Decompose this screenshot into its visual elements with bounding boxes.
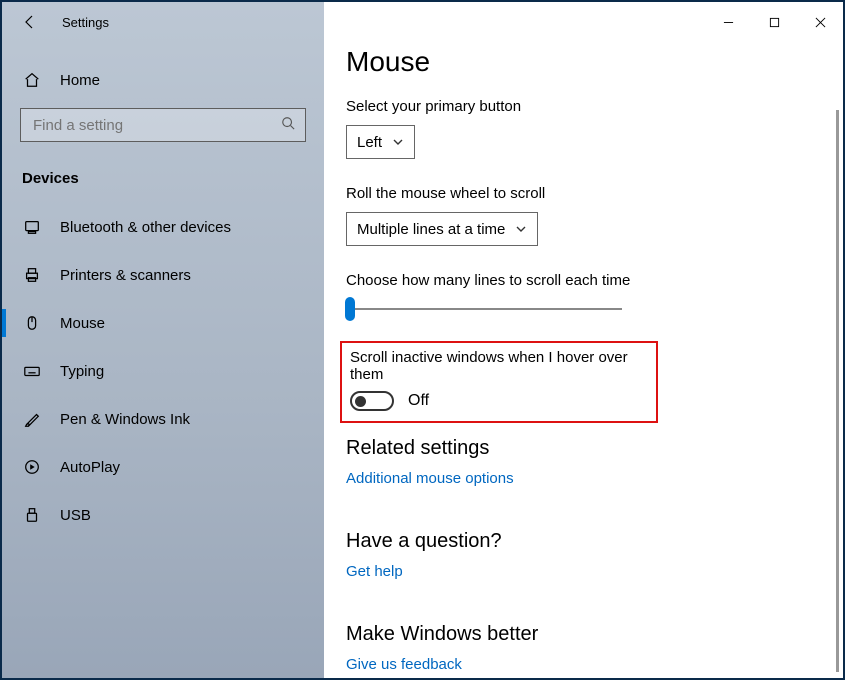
page-title: Mouse [346, 46, 843, 78]
sidebar-item-label: Printers & scanners [60, 267, 191, 284]
inactive-windows-value: Off [408, 392, 429, 410]
inactive-windows-toggle[interactable] [350, 391, 394, 411]
question-heading: Have a question? [346, 530, 843, 553]
layout: Home Devices Bluetooth & other devices P… [2, 2, 843, 678]
scrollbar[interactable] [836, 110, 839, 672]
search-input[interactable] [31, 116, 281, 135]
sidebar-item-bluetooth[interactable]: Bluetooth & other devices [2, 203, 324, 251]
sidebar-category: Devices [2, 160, 324, 203]
home-icon [22, 70, 42, 90]
home-nav[interactable]: Home [2, 58, 324, 102]
main-content: Mouse Select your primary button Left Ro… [324, 2, 843, 678]
scroll-wheel-label: Roll the mouse wheel to scroll [346, 185, 843, 202]
keyboard-icon [22, 361, 42, 381]
primary-button-value: Left [357, 134, 382, 151]
inactive-windows-toggle-row: Off [350, 391, 648, 411]
related-settings-heading: Related settings [346, 437, 843, 460]
sidebar-item-pen[interactable]: Pen & Windows Ink [2, 395, 324, 443]
inactive-windows-label: Scroll inactive windows when I hover ove… [350, 349, 648, 383]
autoplay-icon [22, 457, 42, 477]
search-wrap [20, 108, 306, 142]
sidebar-item-printers[interactable]: Printers & scanners [2, 251, 324, 299]
devices-icon [22, 217, 42, 237]
home-label: Home [60, 72, 100, 89]
get-help-link[interactable]: Get help [346, 563, 403, 580]
sidebar-item-mouse[interactable]: Mouse [2, 299, 324, 347]
primary-button-label: Select your primary button [346, 98, 843, 115]
minimize-button[interactable] [705, 2, 751, 42]
nav-list: Bluetooth & other devices Printers & sca… [2, 203, 324, 539]
pen-icon [22, 409, 42, 429]
highlight-annotation: Scroll inactive windows when I hover ove… [340, 341, 658, 423]
search-box[interactable] [20, 108, 306, 142]
sidebar-item-label: Bluetooth & other devices [60, 219, 231, 236]
lines-slider[interactable] [346, 299, 622, 319]
sidebar-item-typing[interactable]: Typing [2, 347, 324, 395]
scroll-wheel-select[interactable]: Multiple lines at a time [346, 212, 538, 246]
give-feedback-link[interactable]: Give us feedback [346, 656, 462, 673]
close-button[interactable] [797, 2, 843, 42]
chevron-down-icon [515, 223, 527, 235]
scroll-wheel-value: Multiple lines at a time [357, 221, 505, 238]
window-title: Settings [62, 15, 109, 30]
primary-button-select[interactable]: Left [346, 125, 415, 159]
titlebar-left: Settings [2, 2, 109, 42]
sidebar-item-label: USB [60, 507, 91, 524]
slider-track [346, 308, 622, 310]
sidebar-item-label: Typing [60, 363, 104, 380]
sidebar-item-label: AutoPlay [60, 459, 120, 476]
printer-icon [22, 265, 42, 285]
chevron-down-icon [392, 136, 404, 148]
usb-icon [22, 505, 42, 525]
improve-heading: Make Windows better [346, 623, 843, 646]
additional-mouse-options-link[interactable]: Additional mouse options [346, 470, 514, 487]
toggle-knob [355, 396, 366, 407]
titlebar: Settings [2, 2, 843, 42]
window-controls [705, 2, 843, 42]
sidebar-item-label: Pen & Windows Ink [60, 411, 190, 428]
maximize-button[interactable] [751, 2, 797, 42]
lines-to-scroll-label: Choose how many lines to scroll each tim… [346, 272, 843, 289]
sidebar: Home Devices Bluetooth & other devices P… [2, 2, 324, 678]
back-button[interactable] [20, 12, 40, 32]
slider-thumb[interactable] [345, 297, 355, 321]
sidebar-item-autoplay[interactable]: AutoPlay [2, 443, 324, 491]
sidebar-item-label: Mouse [60, 315, 105, 332]
mouse-icon [22, 313, 42, 333]
search-icon [281, 116, 295, 135]
sidebar-item-usb[interactable]: USB [2, 491, 324, 539]
